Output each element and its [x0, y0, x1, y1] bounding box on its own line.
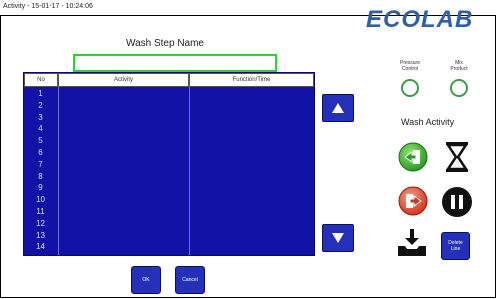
mix-product-label: Mix Product: [450, 60, 468, 72]
column-divider: [189, 87, 190, 255]
pressure-control-indicator: [401, 79, 419, 97]
table-row-number: 2: [38, 100, 43, 110]
red-exit-icon: [398, 186, 428, 216]
green-enter-icon: [398, 142, 428, 172]
scroll-up-button[interactable]: [322, 94, 354, 122]
table-row-number: 10: [36, 195, 45, 205]
mix-product-indicator: [450, 79, 468, 97]
wash-step-name-input[interactable]: [73, 54, 277, 72]
hourglass-icon: [445, 142, 469, 172]
ecolab-logo: ECOLAB: [366, 6, 474, 33]
table-row-number: 13: [36, 230, 45, 240]
table-row-number: 9: [38, 183, 43, 193]
insert-line-button[interactable]: [398, 142, 428, 172]
ok-button[interactable]: OK: [131, 266, 161, 294]
table-row-number: 12: [36, 218, 45, 228]
table-row-number: 6: [38, 148, 43, 157]
table-row-number: 4: [38, 124, 43, 134]
pause-icon: [442, 187, 472, 217]
arrow-up-icon: [332, 103, 344, 113]
table-row-number: 3: [38, 112, 43, 122]
pressure-control-label: Pressure Control: [399, 60, 420, 72]
download-tray-icon: [398, 229, 426, 256]
delete-line-button[interactable]: Delete Line: [441, 232, 470, 260]
remove-line-button[interactable]: [398, 186, 428, 216]
cancel-button[interactable]: Cancel: [175, 266, 205, 294]
column-divider: [58, 87, 59, 255]
column-header-function-time: Function/Time: [189, 73, 314, 87]
table-row-number: 11: [36, 207, 45, 216]
column-header-no: No: [24, 73, 58, 87]
activity-table: No Activity Function/Time 1 2 3 4 5 6 7 8 9 10 11 1…: [23, 72, 315, 256]
column-header-activity: Activity: [58, 73, 189, 87]
table-row-number: 8: [38, 171, 43, 181]
arrow-down-icon: [332, 233, 344, 243]
save-step-button[interactable]: [396, 228, 428, 258]
wash-activity-label: Wash Activity: [401, 117, 455, 127]
scroll-down-button[interactable]: [322, 224, 354, 252]
table-row-number: 14: [36, 242, 45, 252]
table-row-number: 1: [38, 89, 43, 98]
timer-button[interactable]: [443, 141, 471, 173]
pause-button[interactable]: [441, 186, 473, 218]
wash-step-name-label: Wash Step Name: [126, 38, 204, 49]
table-row-number: 7: [38, 159, 43, 169]
table-row-number: 5: [38, 136, 43, 146]
